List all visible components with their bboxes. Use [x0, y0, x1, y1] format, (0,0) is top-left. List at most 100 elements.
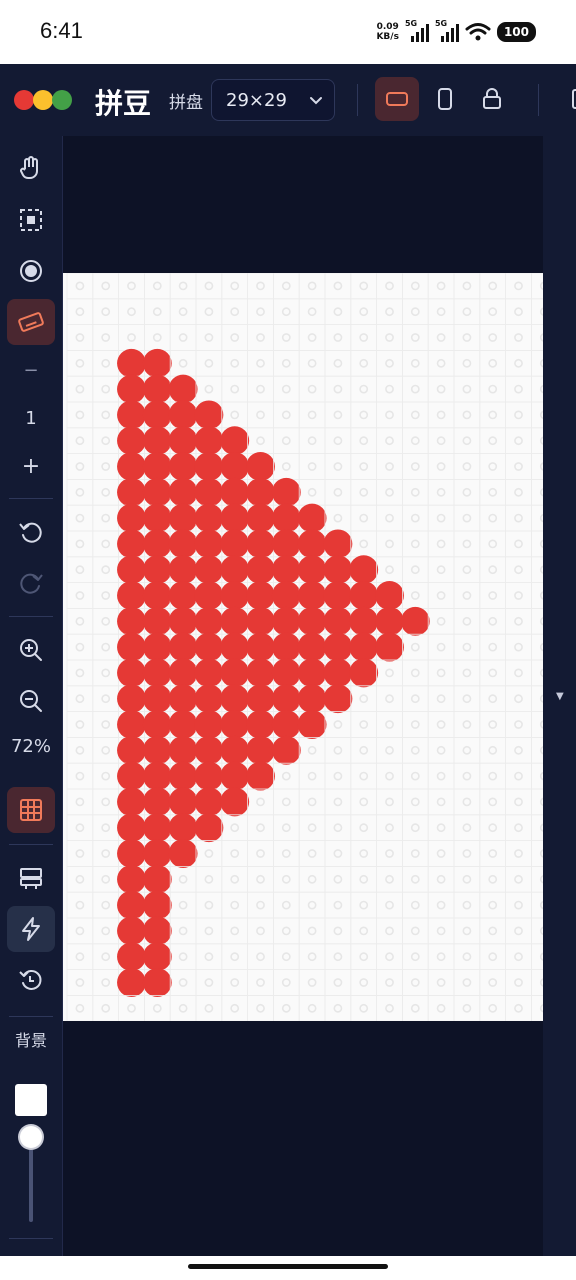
empty-peg[interactable]: [256, 358, 265, 368]
empty-peg[interactable]: [230, 874, 240, 884]
grid-cell[interactable]: [247, 943, 274, 970]
grid-cell[interactable]: [505, 633, 532, 661]
grid-cell[interactable]: [376, 298, 403, 325]
empty-peg[interactable]: [462, 694, 472, 704]
grid-cell[interactable]: [324, 762, 352, 790]
empty-peg[interactable]: [230, 410, 240, 420]
empty-peg[interactable]: [462, 849, 472, 858]
grid-cell[interactable]: [247, 298, 274, 325]
empty-peg[interactable]: [462, 333, 472, 342]
grid-cell[interactable]: [92, 530, 119, 558]
empty-peg[interactable]: [410, 565, 420, 575]
grid-cell[interactable]: [66, 530, 94, 558]
grid-cell[interactable]: [427, 504, 455, 532]
grid-cell[interactable]: [479, 633, 506, 661]
bead-red[interactable]: [117, 658, 146, 688]
grid-cell[interactable]: [324, 298, 352, 325]
grid-cell[interactable]: [505, 273, 532, 300]
empty-peg[interactable]: [307, 384, 317, 394]
grid-cell[interactable]: [479, 504, 506, 532]
bead-red[interactable]: [142, 477, 172, 507]
grid-cell[interactable]: [92, 891, 119, 919]
empty-peg[interactable]: [436, 900, 446, 910]
grid-cell[interactable]: [427, 350, 455, 377]
grid-cell[interactable]: [427, 814, 455, 841]
grid-cell[interactable]: [221, 917, 249, 945]
empty-peg[interactable]: [281, 900, 291, 910]
empty-peg[interactable]: [462, 462, 472, 471]
grid-cell[interactable]: [479, 298, 506, 325]
grid-cell[interactable]: [453, 530, 481, 558]
empty-peg[interactable]: [333, 978, 343, 987]
bead-red[interactable]: [220, 555, 250, 585]
grid-cell[interactable]: [221, 273, 249, 300]
grid-cell[interactable]: [401, 556, 429, 583]
empty-peg[interactable]: [204, 900, 214, 910]
empty-peg[interactable]: [75, 487, 85, 497]
empty-peg[interactable]: [514, 358, 523, 368]
empty-peg[interactable]: [281, 1003, 291, 1013]
empty-peg[interactable]: [256, 1003, 265, 1013]
grid-cell[interactable]: [298, 788, 326, 816]
grid-cell[interactable]: [247, 814, 274, 841]
empty-peg[interactable]: [307, 358, 317, 368]
grid-cell[interactable]: [453, 866, 481, 893]
empty-peg[interactable]: [488, 797, 498, 807]
empty-peg[interactable]: [488, 849, 498, 858]
empty-peg[interactable]: [256, 849, 265, 858]
empty-peg[interactable]: [101, 823, 111, 833]
bead-red[interactable]: [246, 529, 275, 559]
bead-red[interactable]: [220, 735, 250, 765]
grid-cell[interactable]: [427, 298, 455, 325]
empty-peg[interactable]: [488, 591, 498, 600]
bead-red[interactable]: [246, 503, 275, 533]
empty-peg[interactable]: [178, 1003, 188, 1013]
bead-red[interactable]: [271, 684, 301, 714]
grid-cell[interactable]: [427, 556, 455, 583]
grid-cell[interactable]: [427, 530, 455, 558]
grid-cell[interactable]: [401, 943, 429, 970]
empty-peg[interactable]: [359, 281, 369, 291]
grid-cell[interactable]: [247, 375, 274, 403]
bead-board[interactable]: [63, 273, 543, 1021]
grid-cell[interactable]: [401, 453, 429, 480]
empty-peg[interactable]: [101, 410, 111, 420]
empty-peg[interactable]: [256, 874, 265, 884]
bead-red[interactable]: [142, 787, 172, 817]
grid-cell[interactable]: [169, 891, 197, 919]
home-indicator[interactable]: [188, 1264, 388, 1269]
empty-peg[interactable]: [488, 874, 498, 884]
grid-cell[interactable]: [401, 866, 429, 893]
grid-cell[interactable]: [453, 582, 481, 609]
empty-peg[interactable]: [514, 694, 523, 704]
grid-cell[interactable]: [195, 995, 223, 1021]
bead-red[interactable]: [194, 503, 224, 533]
grid-cell[interactable]: [195, 969, 223, 996]
empty-peg[interactable]: [385, 900, 394, 910]
empty-peg[interactable]: [230, 1003, 240, 1013]
empty-peg[interactable]: [101, 307, 111, 317]
layers-button[interactable]: [7, 855, 55, 901]
empty-peg[interactable]: [514, 849, 523, 858]
grid-cell[interactable]: [66, 504, 94, 532]
grid-cell[interactable]: [505, 427, 532, 455]
grid-cell[interactable]: [247, 788, 274, 816]
bead-red[interactable]: [194, 400, 224, 430]
bead-red[interactable]: [168, 710, 198, 739]
empty-peg[interactable]: [514, 539, 523, 549]
grid-cell[interactable]: [453, 685, 481, 712]
bead-red[interactable]: [117, 400, 146, 430]
bead-red[interactable]: [142, 581, 172, 610]
grid-cell[interactable]: [427, 711, 455, 738]
grid-cell[interactable]: [350, 969, 377, 996]
grid-cell[interactable]: [376, 943, 403, 970]
bead-red[interactable]: [117, 684, 146, 714]
bead-red[interactable]: [220, 426, 250, 456]
grid-cell[interactable]: [401, 917, 429, 945]
bead-red[interactable]: [194, 735, 224, 765]
empty-peg[interactable]: [359, 952, 369, 962]
empty-peg[interactable]: [514, 616, 523, 626]
grid-cell[interactable]: [247, 891, 274, 919]
empty-peg[interactable]: [281, 771, 291, 781]
grid-cell[interactable]: [221, 401, 249, 429]
